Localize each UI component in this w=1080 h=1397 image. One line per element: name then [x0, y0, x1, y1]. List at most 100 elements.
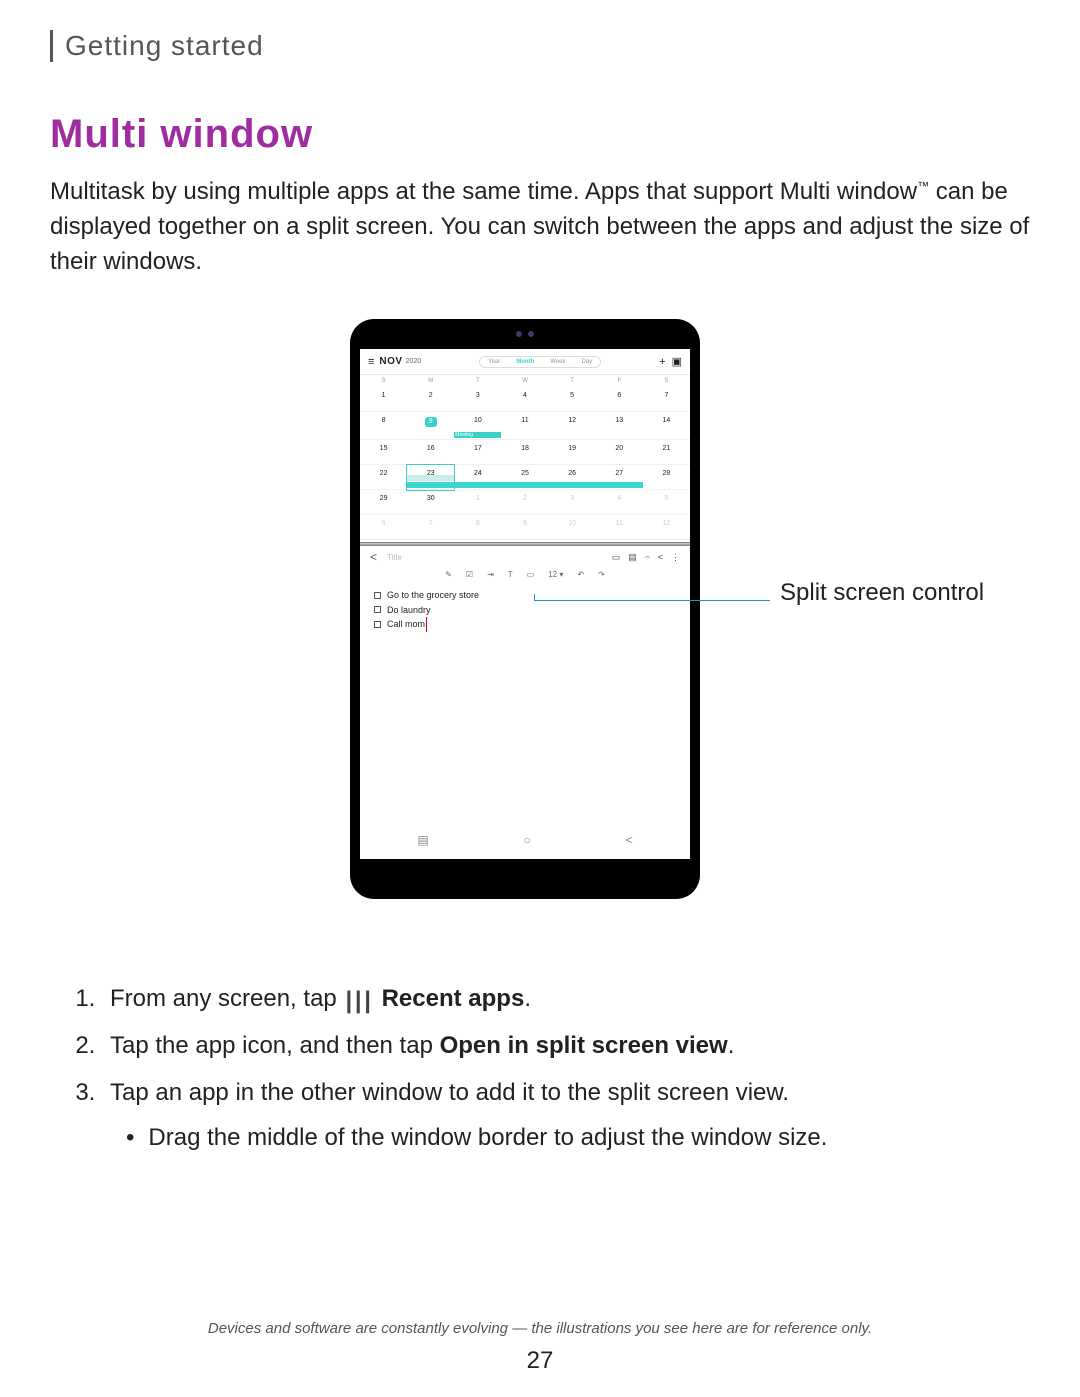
day-cell[interactable]: 3	[549, 490, 596, 515]
day-cell[interactable]: 12	[549, 412, 596, 440]
day-cell[interactable]: 5	[643, 490, 690, 515]
menu-icon[interactable]: ≡	[368, 356, 373, 368]
back-icon[interactable]: <	[370, 550, 377, 564]
day-cell[interactable]: 14	[643, 412, 690, 440]
dow: W	[501, 375, 548, 387]
day-cell[interactable]: 1	[454, 490, 501, 515]
checkbox-icon[interactable]	[374, 621, 381, 628]
recent-apps-icon: | | |	[345, 981, 368, 1022]
day-cell[interactable]: 8	[454, 515, 501, 540]
checkbox-icon[interactable]	[374, 606, 381, 613]
today-icon[interactable]: ▣	[672, 355, 682, 368]
dow: S	[360, 375, 407, 387]
day-cell[interactable]: 10	[549, 515, 596, 540]
calendar-year: 2020	[406, 358, 422, 365]
tool-pen[interactable]: ✎	[445, 570, 452, 579]
split-screen-control[interactable]	[360, 542, 690, 546]
day-cell[interactable]: 22	[360, 465, 407, 490]
back-icon[interactable]: <	[626, 833, 633, 847]
day-cell[interactable]: 1	[360, 387, 407, 412]
tablet-screen: ≡ NOV 2020 Year Month Week Day + ▣ S M	[360, 349, 690, 859]
recents-icon[interactable]: ▤	[417, 833, 428, 847]
day-cell[interactable]: 2	[407, 387, 454, 412]
day-cell[interactable]: 19	[549, 440, 596, 465]
day-cell[interactable]: 28	[643, 465, 690, 490]
day-cell[interactable]: 9	[501, 515, 548, 540]
calendar-grid: S M T W T F S 1 2 3 4 5 6 7	[360, 375, 690, 540]
day-cell[interactable]: 29	[360, 490, 407, 515]
calendar-header: ≡ NOV 2020 Year Month Week Day + ▣	[360, 349, 690, 375]
day-cell-today[interactable]: 9	[407, 412, 454, 440]
section-header: Getting started	[65, 30, 1030, 62]
day-cell[interactable]: 12	[643, 515, 690, 540]
day-cell[interactable]: 6	[360, 515, 407, 540]
page-number: 27	[0, 1347, 1080, 1375]
day-cell[interactable]: 30	[407, 490, 454, 515]
step-1-bold: Recent apps	[382, 985, 525, 1012]
notes-body[interactable]: Go to the grocery store Do laundry Call …	[360, 584, 690, 859]
todo-item[interactable]: Do laundry	[374, 603, 676, 617]
tool-check[interactable]: ☑	[466, 570, 473, 579]
day-cell[interactable]: 6	[596, 387, 643, 412]
notes-toolbar: ✎ ☑ ⇥ T ▭ 12 ▾ ↶ ↷	[360, 568, 690, 584]
day-cell[interactable]: 26	[549, 465, 596, 490]
tab-year[interactable]: Year	[480, 357, 508, 367]
day-cell[interactable]: 11	[596, 515, 643, 540]
day-cell[interactable]: 7	[643, 387, 690, 412]
attach-icon[interactable]: 𝄐	[645, 552, 650, 563]
share-icon[interactable]: <	[658, 552, 663, 563]
day-cell[interactable]: 17	[454, 440, 501, 465]
day-cell[interactable]: 11	[501, 412, 548, 440]
day-cell[interactable]: 4	[596, 490, 643, 515]
day-cell[interactable]: 8	[360, 412, 407, 440]
step-2-bold: Open in split screen view	[440, 1032, 728, 1059]
day-cell[interactable]: 4	[501, 387, 548, 412]
day-cell[interactable]: 10Meeting	[454, 412, 501, 440]
reader-icon[interactable]: ▭	[612, 552, 621, 563]
tab-day[interactable]: Day	[574, 357, 601, 367]
system-navbar: ▤ ○ <	[370, 829, 680, 851]
checkbox-icon[interactable]	[374, 592, 381, 599]
day-cell[interactable]: 27	[596, 465, 643, 490]
day-cell[interactable]: 2	[501, 490, 548, 515]
day-cell[interactable]: 5	[549, 387, 596, 412]
tool-fontsize[interactable]: 12 ▾	[548, 570, 563, 579]
home-icon[interactable]: ○	[524, 833, 531, 847]
step-1: From any screen, tap | | | Recent apps.	[102, 979, 1030, 1020]
day-cell[interactable]: 24	[454, 465, 501, 490]
event-meeting[interactable]: Meeting	[454, 432, 501, 438]
day-cell[interactable]: 25	[501, 465, 548, 490]
day-cell[interactable]: 18	[501, 440, 548, 465]
notes-title-field[interactable]: Title	[387, 553, 602, 562]
todo-item[interactable]: Call mom	[374, 617, 676, 631]
tab-month[interactable]: Month	[508, 357, 542, 367]
day-cell[interactable]: 13	[596, 412, 643, 440]
notes-header: < Title ▭ ▤ 𝄐 < ⋮	[360, 546, 690, 568]
save-icon[interactable]: ▤	[628, 552, 637, 563]
dow: M	[407, 375, 454, 387]
day-cell[interactable]: 7	[407, 515, 454, 540]
tool-box[interactable]: ▭	[527, 570, 535, 579]
tool-indent[interactable]: ⇥	[487, 570, 494, 579]
more-icon[interactable]: ⋮	[671, 552, 680, 563]
event-bar	[549, 482, 596, 488]
day-cell[interactable]: 20	[596, 440, 643, 465]
tool-undo[interactable]: ↶	[577, 570, 584, 579]
day-cell[interactable]: 15	[360, 440, 407, 465]
tab-week[interactable]: Week	[542, 357, 573, 367]
day-cell[interactable]: 16	[407, 440, 454, 465]
callout-label: Split screen control	[780, 577, 984, 608]
tablet-camera	[511, 331, 539, 337]
figure: ≡ NOV 2020 Year Month Week Day + ▣ S M	[50, 319, 1030, 939]
footer-note: Devices and software are constantly evol…	[0, 1320, 1080, 1337]
step-2: Tap the app icon, and then tap Open in s…	[102, 1026, 1030, 1067]
add-icon[interactable]: +	[659, 356, 665, 368]
day-cell[interactable]: 3	[454, 387, 501, 412]
calendar-month[interactable]: NOV	[379, 356, 402, 367]
dow: T	[454, 375, 501, 387]
day-cell[interactable]: 21	[643, 440, 690, 465]
tool-redo[interactable]: ↷	[598, 570, 605, 579]
event-bar	[501, 482, 548, 488]
tool-text[interactable]: T	[508, 570, 513, 579]
day-cell-selected[interactable]: 23	[407, 465, 454, 490]
